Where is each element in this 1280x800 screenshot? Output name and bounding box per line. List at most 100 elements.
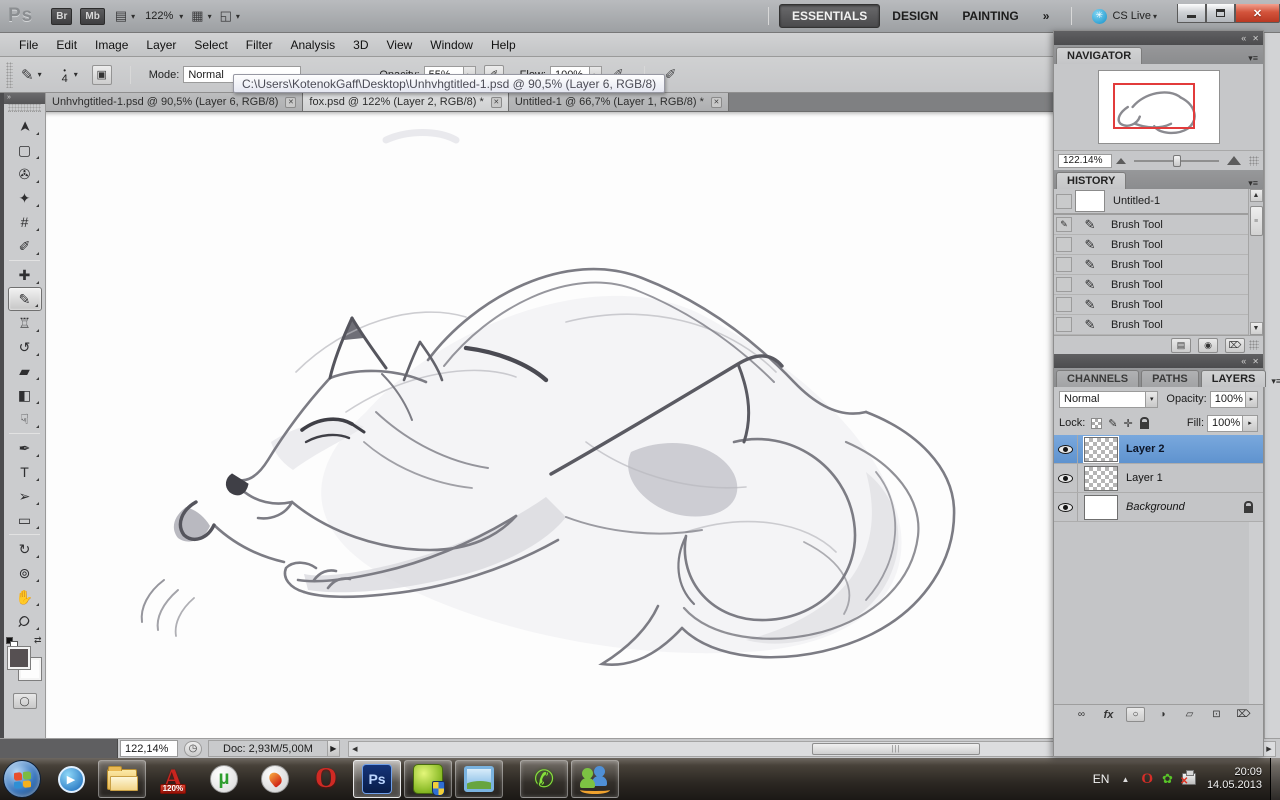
layer-row-layer2[interactable]: Layer 2 (1054, 435, 1263, 464)
chevron-down-icon[interactable]: ▾ (74, 70, 78, 79)
tool-history-brush[interactable]: ↺ (8, 335, 42, 359)
resize-grip[interactable] (1249, 340, 1259, 350)
toolbar-collapse-button[interactable]: » (4, 93, 45, 104)
cs-live-button[interactable]: CS Live ▾ (1092, 9, 1163, 24)
tool-quick-selection[interactable]: ✦ (8, 186, 42, 210)
menu-image[interactable]: Image (86, 34, 137, 56)
workspace-overflow-chevron[interactable]: » (1031, 5, 1062, 27)
tool-type[interactable]: T (8, 460, 42, 484)
lock-paint-icon[interactable]: ✎ (1108, 417, 1117, 430)
zoom-in-icon[interactable] (1227, 156, 1241, 165)
layer-thumbnail[interactable] (1084, 437, 1118, 462)
tab-layers[interactable]: LAYERS (1201, 370, 1267, 387)
navigator-zoom-slider[interactable] (1134, 160, 1219, 162)
taskbar-media-app[interactable] (404, 760, 452, 798)
taskbar-explorer[interactable] (98, 760, 146, 798)
tool-crop[interactable]: # (8, 210, 42, 234)
adjustment-layer-icon[interactable]: ◑ (1153, 707, 1172, 722)
panel-menu-icon[interactable]: ▾≡ (1243, 178, 1263, 189)
restore-button[interactable] (1206, 4, 1235, 23)
tab-unhvhgtitled[interactable]: Unhvhgtitled-1.psd @ 90,5% (Layer 6, RGB… (46, 93, 303, 111)
tab-navigator[interactable]: NAVIGATOR (1056, 47, 1142, 64)
panel-menu-icon[interactable]: ▾≡ (1266, 376, 1280, 387)
tab-history[interactable]: HISTORY (1056, 172, 1126, 189)
scrollbar-thumb[interactable]: ≡ (1250, 206, 1263, 236)
menu-view[interactable]: View (377, 34, 421, 56)
history-step-row[interactable]: ✎ Brush Tool (1054, 295, 1248, 315)
history-step-row[interactable]: ✎ Brush Tool (1054, 315, 1248, 335)
options-grip[interactable] (6, 62, 13, 88)
layer-thumbnail[interactable] (1084, 466, 1118, 491)
chevron-down-icon[interactable]: ▾ (1146, 391, 1158, 408)
tab-channels[interactable]: CHANNELS (1056, 370, 1139, 387)
messenger-tray-icon[interactable]: ✿ (1162, 771, 1173, 787)
history-source-checkbox[interactable]: ✎ (1056, 217, 1072, 232)
close-icon[interactable]: ✕ (1252, 357, 1259, 366)
zoom-level-button[interactable]: 122% (145, 10, 173, 22)
taskbar-nero[interactable] (251, 760, 299, 798)
navigator-thumbnail[interactable] (1098, 70, 1220, 144)
blend-mode-select[interactable]: Normal (1059, 391, 1146, 408)
delete-layer-icon[interactable]: ⌦ (1234, 707, 1253, 722)
history-step-row[interactable]: ✎ ✎ Brush Tool (1054, 215, 1248, 235)
menu-layer[interactable]: Layer (137, 34, 185, 56)
history-source-checkbox[interactable] (1056, 277, 1072, 292)
tab-paths[interactable]: PATHS (1141, 370, 1199, 387)
menu-select[interactable]: Select (185, 34, 236, 56)
layer-thumbnail[interactable] (1084, 495, 1118, 520)
taskbar-media-player[interactable]: ▶ (47, 760, 95, 798)
chevron-down-icon[interactable]: ▾ (131, 12, 135, 21)
scroll-right-icon[interactable]: ▶ (1263, 742, 1275, 756)
visibility-toggle[interactable] (1054, 493, 1078, 521)
tool-3d-orbit[interactable]: ⊚ (8, 561, 42, 585)
tool-eyedropper[interactable]: ✐ (8, 234, 42, 258)
zoom-out-icon[interactable] (1116, 158, 1126, 164)
tool-preset-brush-icon[interactable]: ✎ (21, 66, 34, 84)
minimize-button[interactable] (1177, 4, 1206, 23)
status-zoom-field[interactable]: 122,14% (120, 740, 178, 757)
arrange-documents-icon[interactable]: ▦ (191, 8, 203, 24)
menu-filter[interactable]: Filter (237, 34, 282, 56)
new-layer-icon[interactable]: ⊡ (1207, 707, 1226, 722)
lock-position-icon[interactable]: ✛ (1124, 417, 1133, 430)
tablet-pressure-icon[interactable]: ▣ (92, 65, 112, 85)
menu-analysis[interactable]: Analysis (281, 34, 344, 56)
tool-gradient[interactable]: ◧ (8, 383, 42, 407)
close-icon[interactable]: ✕ (1252, 34, 1259, 43)
history-source-checkbox[interactable] (1056, 257, 1072, 272)
tool-lasso[interactable]: ✇ (8, 162, 42, 186)
close-icon[interactable]: ✕ (491, 97, 502, 108)
foreground-color-swatch[interactable] (8, 647, 30, 669)
new-group-icon[interactable]: ▱ (1180, 707, 1199, 722)
add-layer-mask-icon[interactable]: ○ (1126, 707, 1145, 722)
mini-bridge-button[interactable]: Mb (80, 8, 104, 25)
opacity-spinner[interactable]: ▸ (1246, 391, 1258, 408)
resize-grip[interactable] (1249, 156, 1259, 166)
scrollbar-thumb[interactable]: ||| (812, 743, 980, 755)
tool-clone-stamp[interactable]: ♖ (8, 311, 42, 335)
layer-style-icon[interactable]: fx (1099, 707, 1118, 722)
tool-move[interactable]: ➤ (8, 114, 42, 138)
link-layers-icon[interactable]: ∞ (1072, 707, 1091, 722)
navigator-view-frame[interactable] (1113, 83, 1195, 129)
lock-all-icon[interactable] (1140, 422, 1149, 429)
taskbar-utorrent[interactable]: µ (200, 760, 248, 798)
quick-mask-button[interactable]: ◯ (13, 693, 37, 709)
timing-icon[interactable]: ◷ (184, 741, 202, 757)
close-button[interactable]: ✕ (1235, 4, 1280, 23)
taskbar-alcohol-120[interactable]: A120% (149, 760, 197, 798)
navigator-zoom-field[interactable]: 122.14% (1058, 154, 1112, 168)
close-icon[interactable]: ✕ (711, 97, 722, 108)
collapse-panel-icon[interactable]: « (1241, 33, 1246, 43)
chevron-down-icon[interactable]: ▾ (179, 12, 183, 21)
network-disconnected-icon[interactable] (1182, 773, 1196, 785)
scroll-left-icon[interactable]: ◀ (349, 742, 361, 756)
layer-opacity-field[interactable]: 100% (1210, 391, 1246, 408)
airbrush-icon[interactable]: ✐ (665, 66, 677, 83)
default-colors-icon[interactable] (6, 637, 13, 644)
workspace-painting[interactable]: PAINTING (950, 5, 1030, 27)
tool-hand[interactable]: ✋ (8, 585, 42, 609)
layer-row-background[interactable]: Background (1054, 493, 1263, 522)
chevron-down-icon[interactable]: ▾ (208, 12, 212, 21)
scroll-down-icon[interactable]: ▼ (1250, 322, 1263, 335)
